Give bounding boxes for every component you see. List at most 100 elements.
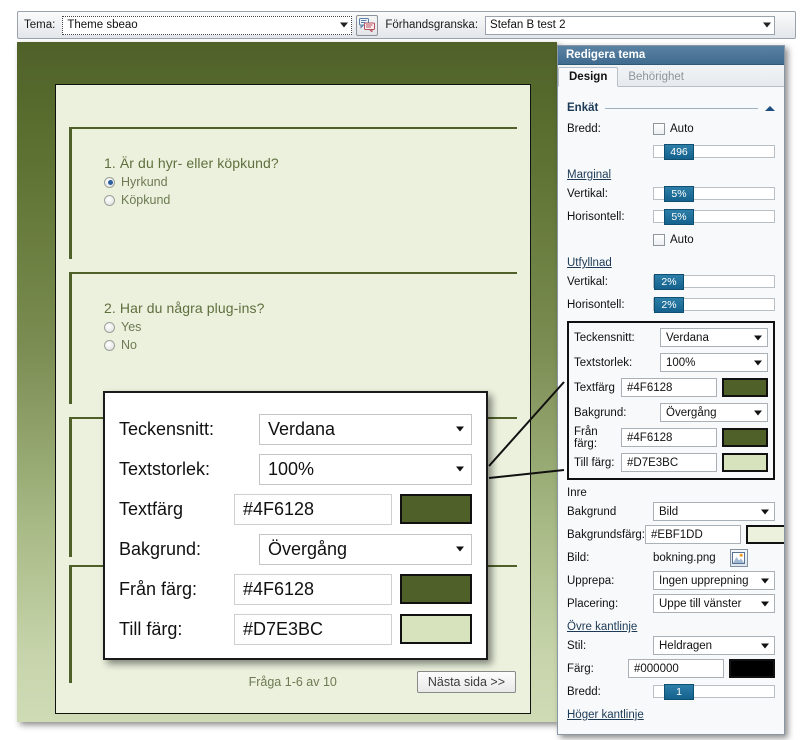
field-value: Uppe till vänster	[659, 597, 742, 610]
section-header-enkat[interactable]: Enkät	[567, 102, 775, 114]
field-label: Vertikal:	[567, 275, 608, 288]
utfyllnad-vertikal-slider[interactable]: 2%	[653, 274, 775, 290]
row-bakgrundsfarg: Bakgrundsfärg: #EBF1DD	[567, 524, 784, 545]
placering-select[interactable]: Uppe till vänster	[653, 594, 775, 613]
row-kant-farg: Färg: #000000	[567, 658, 775, 679]
radio-icon[interactable]	[104, 339, 115, 351]
fromcolor-input[interactable]: #4F6128	[621, 428, 717, 447]
callout-label: Till färg:	[119, 618, 183, 639]
textcolor-swatch[interactable]	[722, 378, 768, 397]
bakgrundsfarg-input[interactable]: #EBF1DD	[645, 525, 741, 544]
next-page-button[interactable]: Nästa sida >>	[416, 671, 516, 693]
kant-farg-swatch[interactable]	[729, 659, 775, 678]
kant-farg-input[interactable]: #000000	[628, 659, 724, 678]
row-fran-farg: Från färg: #4F6128	[574, 426, 768, 450]
field-value: #D7E3BC	[627, 456, 679, 469]
panel-tabs: Design Behörighet	[558, 65, 784, 87]
callout-value: Verdana	[268, 418, 336, 439]
tocolor-swatch[interactable]	[722, 453, 768, 472]
upprepa-select[interactable]: Ingen upprepning	[653, 571, 775, 590]
slider-handle[interactable]: 1	[664, 684, 694, 700]
radio-icon[interactable]	[104, 176, 115, 188]
field-label: Bakgrund	[567, 505, 617, 518]
preview-select[interactable]: Stefan B test 2	[485, 15, 776, 35]
option-row[interactable]: No	[72, 338, 517, 352]
option-label: Hyrkund	[121, 175, 168, 189]
tab-design[interactable]: Design	[558, 67, 619, 87]
font-select[interactable]: Verdana	[660, 328, 768, 347]
callout-tocolor-input[interactable]: #D7E3BC	[234, 613, 392, 645]
field-label: Färg:	[567, 662, 594, 675]
picture-icon[interactable]	[729, 548, 748, 567]
callout-label: Textstorlek:	[119, 458, 211, 479]
row-marginal-vertikal: Vertikal: 5%	[567, 183, 775, 204]
marginal-horisontell-slider[interactable]: 5%	[653, 209, 775, 225]
subsection-ovre-kantlinje: Övre kantlinje	[567, 621, 638, 633]
slider-handle[interactable]: 2%	[654, 297, 684, 313]
bredd-slider[interactable]: 496	[653, 144, 775, 160]
row-inre-bakgrund: Bakgrund Bild	[567, 501, 775, 522]
slider-handle[interactable]: 496	[664, 144, 694, 160]
kant-stil-select[interactable]: Heldragen	[653, 636, 775, 655]
callout-value: Övergång	[268, 538, 348, 559]
field-value: 100%	[666, 356, 696, 369]
slider-handle[interactable]: 5%	[664, 209, 694, 225]
slider-handle[interactable]: 2%	[654, 274, 684, 290]
textcolor-input[interactable]: #4F6128	[621, 378, 717, 397]
chevron-up-icon[interactable]	[765, 105, 775, 111]
option-label: No	[121, 338, 137, 352]
tab-behorighet[interactable]: Behörighet	[618, 68, 694, 86]
inre-background-select[interactable]: Bild	[653, 502, 775, 521]
callout-font-select[interactable]: Verdana	[259, 413, 472, 445]
radio-icon[interactable]	[104, 321, 115, 333]
chevron-down-icon	[456, 546, 464, 552]
question-block-2: 2. Har du några plug-ins? Yes No	[69, 272, 517, 404]
bredd-auto-label: Auto	[670, 122, 694, 135]
subsection-inre: Inre	[567, 487, 587, 499]
row-bredd: Bredd: Auto	[567, 118, 775, 139]
callout-label: Teckensnitt:	[119, 418, 215, 439]
theme-select-value: Theme sbeao	[67, 19, 138, 31]
fromcolor-swatch[interactable]	[722, 428, 768, 447]
row-kant-stil: Stil: Heldragen	[567, 635, 775, 656]
top-toolbar: Tema: Theme sbeao Förhandsgranska: Stefa…	[17, 11, 796, 39]
callout-fromcolor-input[interactable]: #4F6128	[234, 573, 392, 605]
option-row[interactable]: Yes	[72, 320, 517, 334]
theme-select[interactable]: Theme sbeao	[62, 15, 353, 35]
marginal-auto-checkbox[interactable]	[653, 233, 665, 246]
row-marginal-auto: Auto	[567, 229, 775, 250]
tocolor-input[interactable]: #D7E3BC	[621, 453, 717, 472]
row-bakgrund: Bakgrund: Övergång	[574, 402, 768, 423]
field-label: Horisontell:	[567, 210, 625, 223]
bakgrundsfarg-swatch[interactable]	[746, 525, 784, 544]
callout-row-till-farg: Till färg: #D7E3BC	[119, 609, 472, 649]
chevron-down-icon	[456, 466, 464, 472]
radio-icon[interactable]	[104, 194, 115, 206]
kant-bredd-slider[interactable]: 1	[653, 684, 775, 700]
bredd-auto-checkbox[interactable]	[653, 122, 665, 135]
chevron-down-icon	[761, 578, 769, 583]
speech-bubbles-icon[interactable]	[356, 14, 379, 36]
callout-textcolor-swatch[interactable]	[400, 494, 472, 524]
utfyllnad-horisontell-slider[interactable]: 2%	[653, 297, 775, 313]
callout-value: #4F6128	[243, 498, 315, 519]
field-value: Heldragen	[659, 639, 713, 652]
callout-fromcolor-swatch[interactable]	[400, 574, 472, 604]
callout-textsize-select[interactable]: 100%	[259, 453, 472, 485]
chevron-down-icon	[754, 360, 762, 365]
callout-tocolor-swatch[interactable]	[400, 614, 472, 644]
field-label: Textstorlek:	[574, 356, 633, 369]
slider-handle[interactable]: 5%	[664, 186, 694, 202]
marginal-vertikal-slider[interactable]: 5%	[653, 186, 775, 202]
callout-textcolor-input[interactable]: #4F6128	[234, 493, 392, 525]
row-textstorlek: Textstorlek: 100%	[574, 352, 768, 373]
subsection-hoger-kantlinje: Höger kantlinje	[567, 709, 644, 721]
callout-background-select[interactable]: Övergång	[259, 533, 472, 565]
option-row[interactable]: Hyrkund	[72, 175, 517, 189]
callout-row-teckensnitt: Teckensnitt: Verdana	[119, 409, 472, 449]
option-row[interactable]: Köpkund	[72, 193, 517, 207]
background-select[interactable]: Övergång	[660, 403, 768, 422]
textsize-select[interactable]: 100%	[660, 353, 768, 372]
row-placering: Placering: Uppe till vänster	[567, 593, 775, 614]
field-label: Vertikal:	[567, 187, 608, 200]
